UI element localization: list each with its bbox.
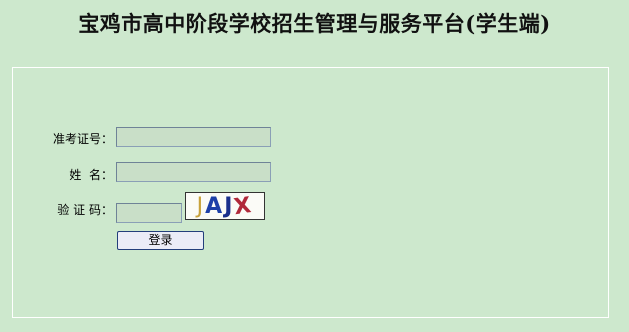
captcha-image[interactable]: J A J X xyxy=(185,192,265,220)
login-button[interactable]: 登录 xyxy=(117,231,204,250)
name-label: 姓 名： xyxy=(69,168,113,182)
name-input[interactable] xyxy=(116,162,271,182)
captcha-char: J xyxy=(196,193,206,219)
exam-id-label: 准考证号： xyxy=(52,132,113,146)
page-title: 宝鸡市高中阶段学校招生管理与服务平台(学生端) xyxy=(78,11,551,36)
login-panel xyxy=(12,67,609,318)
captcha-input[interactable] xyxy=(116,203,182,223)
exam-id-input[interactable] xyxy=(116,127,271,147)
captcha-label: 验 证 码： xyxy=(57,203,113,217)
captcha-char: X xyxy=(232,192,255,220)
captcha-char: A xyxy=(205,193,225,219)
